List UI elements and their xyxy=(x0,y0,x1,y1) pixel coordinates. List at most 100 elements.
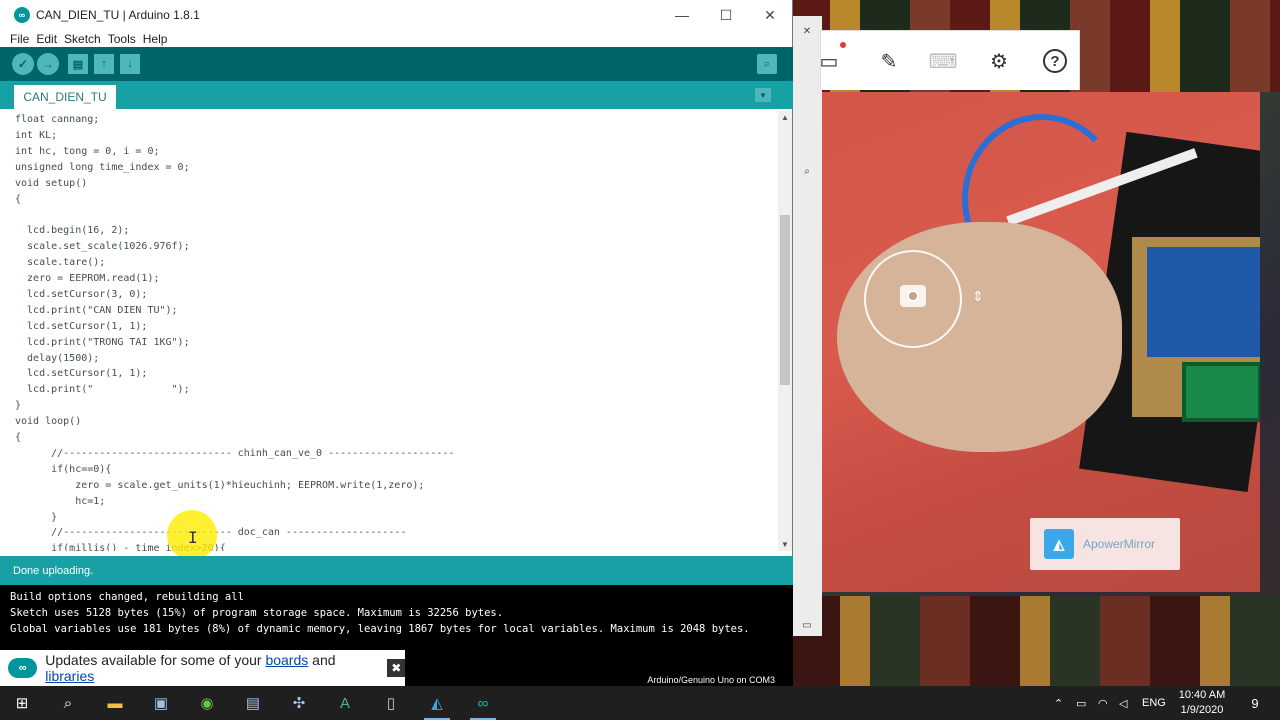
menu-help[interactable]: Help xyxy=(143,32,168,46)
minimize-button[interactable]: — xyxy=(660,0,704,30)
window-app-icon[interactable]: ▤ xyxy=(240,690,266,716)
keyboard-icon[interactable]: ⌨ xyxy=(929,47,958,75)
help-icon[interactable]: ? xyxy=(1041,47,1069,75)
editor-scrollbar[interactable]: ▲ ▼ xyxy=(778,111,792,551)
help-button[interactable]: ? xyxy=(1043,49,1067,73)
code-line[interactable]: lcd.begin(16, 2); xyxy=(15,223,129,239)
search-icon[interactable]: ⌕ xyxy=(55,690,81,716)
tab-bar: CAN_DIEN_TU ▼ xyxy=(0,81,793,109)
libraries-link[interactable]: libraries xyxy=(45,668,94,684)
close-notification-button[interactable]: ✖ xyxy=(387,659,405,677)
console-line: Global variables use 181 bytes (8%) of d… xyxy=(10,623,750,635)
code-line[interactable]: float cannang; xyxy=(15,112,99,128)
mirror-side-strip: ✕ ⌕ ▭ xyxy=(793,16,822,636)
taskbar: ⊞ ⌕ ▬ ▣ ◉ ▤ ✣ A ▯ ◭ ∞ ⌃ ▭ ◠ ◁ ENG 10:40 … xyxy=(0,686,1280,720)
desktop-wallpaper-bottom xyxy=(790,596,1280,686)
mirror-toolbar: ▭ ✎ ⌨ ⚙ ? xyxy=(820,30,1080,90)
close-button[interactable]: ✕ xyxy=(748,0,792,30)
boards-link[interactable]: boards xyxy=(265,652,308,668)
menu-file[interactable]: File xyxy=(10,32,29,46)
notification-prefix: Updates available for some of your xyxy=(45,652,266,668)
camera-lens-icon xyxy=(907,290,919,302)
upload-button[interactable]: → xyxy=(37,53,59,75)
show-hidden-icons[interactable]: ⌃ xyxy=(1054,686,1063,720)
code-line[interactable]: lcd.print("CAN DIEN TU"); xyxy=(15,303,178,319)
code-line[interactable]: zero = EEPROM.read(1); xyxy=(15,271,159,287)
code-line[interactable]: lcd.print(" "); xyxy=(15,382,190,398)
code-line[interactable]: scale.set_scale(1026.976f); xyxy=(15,239,190,255)
title-bar: ∞ CAN_DIEN_TU | Arduino 1.8.1 — ☐ ✕ xyxy=(0,0,792,30)
code-line[interactable]: { xyxy=(15,430,21,446)
code-line[interactable]: lcd.setCursor(1, 1); xyxy=(15,366,147,382)
console-line: Build options changed, rebuilding all xyxy=(10,591,244,603)
serial-monitor-button[interactable]: ⌕ xyxy=(757,54,777,74)
text-cursor-icon: I xyxy=(188,528,198,547)
arduino-taskbar-icon[interactable]: ∞ xyxy=(470,690,496,720)
status-message: Done uploading. xyxy=(13,565,94,577)
code-line[interactable]: delay(1500); xyxy=(15,351,99,367)
battery-icon[interactable]: ▭ xyxy=(1076,686,1086,720)
code-line[interactable]: zero = scale.get_units(1)*hieuchinh; EEP… xyxy=(15,478,424,494)
wifi-icon[interactable]: ◠ xyxy=(1098,686,1108,720)
brush-icon[interactable]: ✎ xyxy=(875,47,903,75)
network-app-icon[interactable]: ✣ xyxy=(286,690,312,716)
watermark-text: ApowerMirror xyxy=(1083,537,1156,551)
tab-menu-button[interactable]: ▼ xyxy=(755,88,771,102)
desktop-app-icon[interactable]: ▣ xyxy=(148,690,174,716)
chevron-down-icon[interactable]: ▼ xyxy=(781,540,789,549)
file-explorer-icon[interactable]: ▬ xyxy=(102,690,128,716)
notification-middle: and xyxy=(308,652,336,668)
text-app-icon[interactable]: A xyxy=(332,690,358,716)
arduino-icon: ∞ xyxy=(8,658,38,678)
ide-toolbar: ✓ → ▤ ↑ ↓ ⌕ xyxy=(0,47,793,81)
tab-can-dien-tu[interactable]: CAN_DIEN_TU xyxy=(14,85,116,109)
apowermirror-logo-icon: ◭ xyxy=(1044,529,1074,559)
volume-icon[interactable]: ◁ xyxy=(1119,686,1127,720)
menu-tools[interactable]: Tools xyxy=(108,32,136,46)
mirror-video-feed: ⇕ ◭ ApowerMirror xyxy=(822,92,1260,592)
notification-text: Updates available for some of your board… xyxy=(45,652,379,684)
chrome-icon[interactable]: ◉ xyxy=(194,690,220,716)
code-line[interactable]: void loop() xyxy=(15,414,81,430)
screen-cast-icon[interactable]: ▭ xyxy=(815,47,843,75)
start-button[interactable]: ⊞ xyxy=(9,690,35,716)
menu-sketch[interactable]: Sketch xyxy=(64,32,101,46)
code-line[interactable]: lcd.setCursor(3, 0); xyxy=(15,287,147,303)
chevron-up-icon[interactable]: ▲ xyxy=(781,113,789,122)
code-line[interactable]: void setup() xyxy=(15,176,87,192)
language-indicator[interactable]: ENG xyxy=(1142,686,1166,720)
code-editor[interactable]: float cannang; int KL; int hc, tong = 0, i… xyxy=(8,111,778,551)
code-line[interactable]: } xyxy=(15,398,21,414)
code-line[interactable]: //---------------------------- chinh_can… xyxy=(15,446,454,462)
close-icon[interactable]: ✕ xyxy=(798,22,816,40)
search-icon[interactable]: ⌕ xyxy=(798,162,816,180)
update-notification: ∞ Updates available for some of your boa… xyxy=(0,650,405,686)
code-line[interactable]: scale.tare(); xyxy=(15,255,105,271)
code-line[interactable]: int KL; xyxy=(15,128,57,144)
maximize-button[interactable]: ☐ xyxy=(704,0,748,30)
code-line[interactable]: lcd.print("TRONG TAI 1KG"); xyxy=(15,335,190,351)
apowermirror-taskbar-icon[interactable]: ◭ xyxy=(424,690,450,720)
scroll-thumb[interactable] xyxy=(780,215,790,385)
save-button[interactable]: ↓ xyxy=(120,54,140,74)
clock[interactable]: 10:40 AM 1/9/2020 xyxy=(1172,688,1232,718)
window-icon[interactable]: ▭ xyxy=(798,616,816,634)
phone-app-icon[interactable]: ▯ xyxy=(378,690,404,716)
board-port-info: Arduino/Genuino Uno on COM3 xyxy=(647,675,775,685)
code-line[interactable]: } xyxy=(15,510,57,526)
code-line[interactable]: lcd.setCursor(1, 1); xyxy=(15,319,147,335)
code-line[interactable]: unsigned long time_index = 0; xyxy=(15,160,190,176)
drag-handle-icon[interactable]: ⇕ xyxy=(972,288,984,305)
new-button[interactable]: ▤ xyxy=(68,54,88,74)
code-line[interactable]: int hc, tong = 0, i = 0; xyxy=(15,144,160,160)
gear-icon[interactable]: ⚙ xyxy=(985,47,1013,75)
verify-button[interactable]: ✓ xyxy=(12,53,34,75)
arduino-icon: ∞ xyxy=(14,7,30,23)
code-line[interactable]: { xyxy=(15,192,21,208)
menu-edit[interactable]: Edit xyxy=(36,32,57,46)
code-line[interactable]: hc=1; xyxy=(15,494,105,510)
action-center-button[interactable]: 9 xyxy=(1244,693,1266,713)
open-button[interactable]: ↑ xyxy=(94,54,114,74)
window-title: CAN_DIEN_TU | Arduino 1.8.1 xyxy=(36,8,200,22)
code-line[interactable]: if(hc==0){ xyxy=(15,462,111,478)
